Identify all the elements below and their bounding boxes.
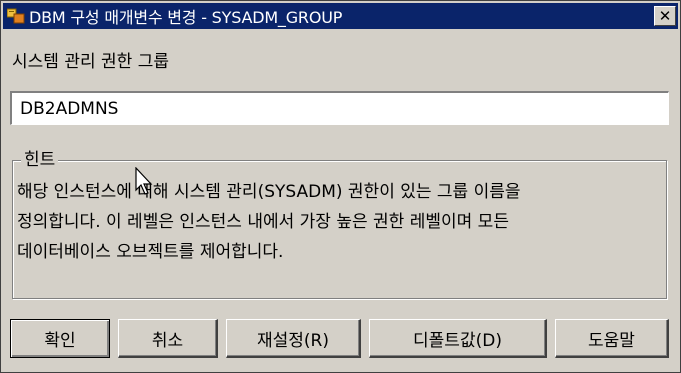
hint-groupbox: 힌트 해당 인스턴스에 대해 시스템 관리(SYSADM) 권한이 있는 그룹 … (12, 150, 667, 299)
field-label: 시스템 관리 권한 그룹 (12, 52, 169, 72)
close-button[interactable]: ✕ (654, 6, 676, 26)
mouse-pointer-icon (135, 167, 153, 195)
app-icon (6, 8, 25, 24)
cancel-button[interactable]: 취소 (118, 319, 218, 358)
window-title: DBM 구성 매개변수 변경 - SYSADM_GROUP (29, 8, 343, 27)
hint-text: 해당 인스턴스에 대해 시스템 관리(SYSADM) 권한이 있는 그룹 이름을… (17, 182, 521, 262)
close-icon: ✕ (658, 6, 672, 25)
help-button[interactable]: 도움말 (555, 319, 669, 358)
default-value-button[interactable]: 디폴트값(D) (369, 319, 547, 358)
reset-button[interactable]: 재설정(R) (226, 319, 361, 358)
dialog-window: DBM 구성 매개변수 변경 - SYSADM_GROUP ✕ 시스템 관리 권… (0, 0, 681, 373)
title-bar[interactable]: DBM 구성 매개변수 변경 - SYSADM_GROUP ✕ (3, 3, 678, 29)
hint-legend: 힌트 (21, 150, 59, 170)
sysadm-group-input[interactable] (10, 91, 669, 125)
ok-button[interactable]: 확인 (10, 319, 110, 358)
